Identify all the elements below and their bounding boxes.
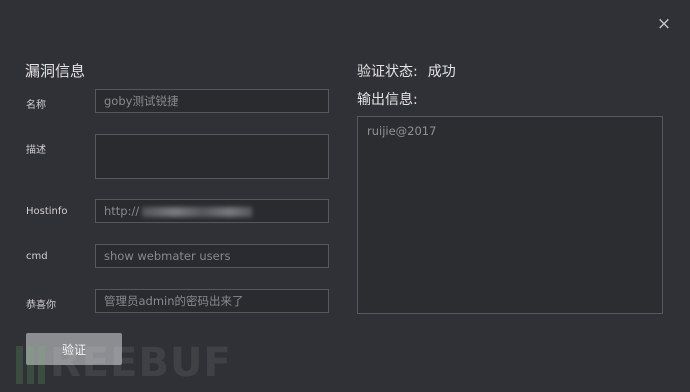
output-text: ruijie@2017 [367, 124, 437, 138]
hostinfo-label: Hostinfo [26, 206, 68, 217]
description-label: 描述 [26, 145, 46, 156]
watermark-logo-icon [16, 346, 46, 384]
redacted-address [142, 206, 253, 217]
output-label: 输出信息: [357, 92, 418, 108]
watermark-text: REEBUF [50, 340, 232, 386]
output-box[interactable]: ruijie@2017 [357, 116, 663, 314]
name-label: 名称 [26, 100, 46, 111]
description-field[interactable] [95, 134, 329, 179]
hostinfo-field[interactable]: http:// [95, 199, 329, 223]
close-icon[interactable]: × [656, 16, 672, 33]
cmd-field[interactable]: show webmater users [95, 244, 329, 268]
vulnerability-dialog: × 漏洞信息 名称 goby测试锐捷 描述 Hostinfo http:// c… [0, 0, 690, 392]
hostinfo-value: http:// [104, 204, 140, 218]
congrats-field[interactable]: 管理员admin的密码出来了 [95, 289, 329, 313]
verification-status: 验证状态: 成功 [357, 61, 456, 81]
cmd-label: cmd [26, 251, 48, 262]
freebuf-watermark: REEBUF [16, 340, 232, 386]
name-field[interactable]: goby测试锐捷 [95, 89, 329, 113]
status-label: 验证状态: [357, 64, 418, 80]
section-title: 漏洞信息 [25, 62, 86, 80]
congrats-label: 恭喜你 [26, 300, 56, 311]
status-value: 成功 [427, 64, 456, 80]
